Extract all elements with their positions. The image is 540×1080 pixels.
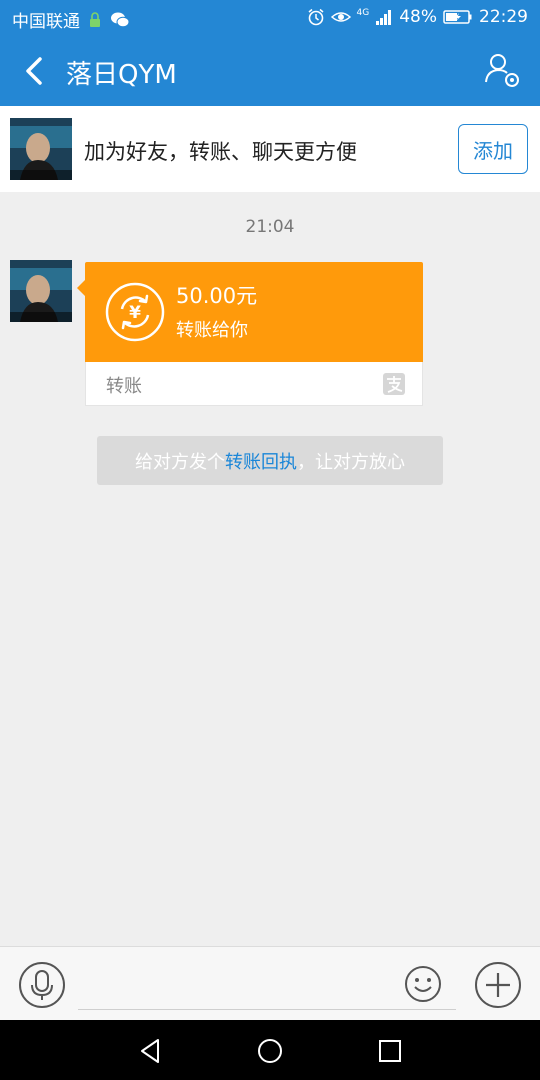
title-bar: 落日QYM (0, 36, 540, 106)
add-friend-banner: 加为好友，转账、聊天更方便 添加 (0, 106, 540, 192)
transfer-amount: 50.00元 (176, 284, 258, 308)
transfer-type-label: 转账 (106, 376, 142, 397)
wechat-icon (111, 12, 130, 27)
microphone-icon[interactable] (18, 961, 66, 1009)
banner-message: 加为好友，转账、聊天更方便 (84, 140, 357, 164)
add-friend-button[interactable]: 添加 (458, 124, 528, 174)
back-button[interactable] (14, 51, 54, 91)
eye-icon (330, 12, 351, 22)
transfer-card-body: ¥ 50.00元 转账给你 (77, 262, 423, 362)
receipt-link[interactable]: 转账回执 (225, 448, 297, 474)
message-input[interactable] (78, 1009, 456, 1010)
status-left: 中国联通 (12, 7, 130, 32)
back-arrow-icon (26, 57, 42, 85)
signal-icon (376, 10, 392, 25)
transfer-card-footer: 转账 (85, 362, 423, 406)
transfer-description: 转账给你 (176, 320, 248, 341)
transfer-card[interactable]: ¥ 50.00元 转账给你 转账 (77, 262, 423, 406)
nav-recent-icon[interactable] (374, 1035, 406, 1067)
svg-text:¥: ¥ (129, 303, 141, 323)
lock-icon (90, 11, 100, 27)
yen-transfer-icon: ¥ (105, 282, 165, 342)
profile-settings-button[interactable] (482, 50, 522, 90)
alipay-icon (383, 373, 405, 395)
carrier-name: 中国联通 (12, 12, 80, 32)
nav-home-icon[interactable] (254, 1035, 286, 1067)
status-bar: 中国联通 4G 48% 22:29 (0, 0, 540, 36)
alarm-icon (308, 8, 323, 26)
clock: 22:29 (479, 7, 528, 27)
status-right: 4G 48% 22:29 (307, 7, 528, 27)
plus-icon[interactable] (474, 961, 522, 1009)
avatar[interactable] (10, 118, 72, 180)
chat-title: 落日QYM (66, 60, 177, 90)
message-timestamp: 21:04 (245, 217, 295, 237)
notice-prefix: 给对方发个 (135, 451, 225, 473)
network-type: 4G (356, 8, 370, 18)
bubble-tail (77, 280, 85, 296)
battery-icon (443, 10, 472, 24)
input-bar (0, 946, 540, 1020)
battery-percent: 48% (399, 7, 437, 27)
nav-back-icon[interactable] (134, 1035, 166, 1067)
notice-suffix: ，让对方放心 (297, 451, 405, 473)
system-nav-bar (0, 1020, 540, 1080)
sender-avatar[interactable] (10, 260, 72, 322)
receipt-notice: 给对方发个 转账回执 ，让对方放心 (97, 436, 443, 485)
emoji-icon[interactable] (404, 965, 442, 1003)
user-settings-icon (485, 54, 519, 87)
